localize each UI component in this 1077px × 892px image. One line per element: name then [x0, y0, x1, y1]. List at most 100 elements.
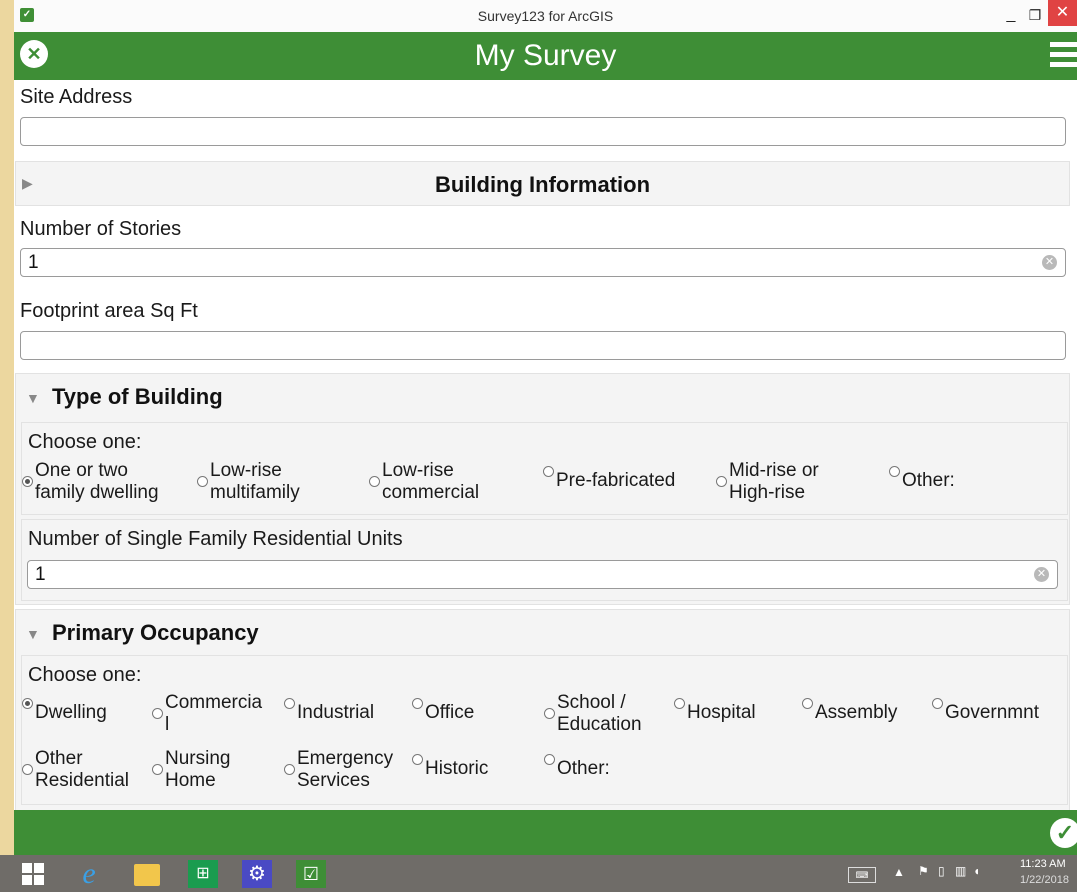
radio-option-label-line: Other:	[902, 470, 955, 491]
store-icon[interactable]: ⊞	[182, 858, 224, 889]
radio-option-label-line: family dwelling	[35, 482, 159, 503]
radio-option-label: School / Education	[557, 692, 642, 736]
survey123-icon[interactable]: ☑	[290, 858, 332, 889]
radio-option-label-line: Emergency	[297, 748, 394, 769]
radio-option-label-line: Industrial	[297, 702, 375, 723]
chevron-up-icon[interactable]: ▲	[893, 865, 905, 879]
radio-button[interactable]	[674, 698, 685, 709]
single-family-units-value: 1	[35, 564, 46, 585]
primary-occupancy-question: Choose one: Dwelling Commercia l Industrial…	[21, 655, 1068, 805]
radio-option-label: Mid-rise or High-rise	[729, 460, 819, 504]
minimize-button[interactable]: _	[1000, 4, 1022, 26]
radio-option-label-line: commercial	[382, 482, 480, 503]
type-of-building-title: Type of Building	[52, 384, 223, 409]
radio-option-label-line: Home	[165, 770, 216, 791]
radio-button[interactable]	[544, 708, 555, 719]
radio-button[interactable]	[22, 698, 33, 709]
window-titlebar: ✓ Survey123 for ArcGIS _ ❐ ✕	[14, 0, 1077, 32]
radio-button[interactable]	[412, 698, 423, 709]
radio-option-label-line: Assembly	[815, 702, 898, 723]
keyboard-icon[interactable]: ⌨	[848, 867, 876, 883]
radio-option-label: Hospital	[687, 702, 756, 724]
volume-icon[interactable]: ◖	[973, 864, 980, 878]
site-address-label: Site Address	[20, 86, 133, 108]
site-address-input[interactable]	[20, 117, 1066, 146]
radio-button[interactable]	[284, 764, 295, 775]
radio-option-label-line: Mid-rise or	[729, 460, 819, 481]
window-close-button[interactable]: ✕	[1048, 0, 1077, 26]
radio-option-label-line: Low-rise	[382, 460, 454, 481]
radio-option-label: Low-rise multifamily	[210, 460, 300, 504]
radio-option-label: Industrial	[297, 702, 374, 724]
radio-option-label-line: multifamily	[210, 482, 300, 503]
radio-option-label: Commercia l	[165, 692, 262, 736]
radio-option-label: Other:	[557, 758, 610, 780]
site-address-field: Site Address	[14, 80, 1077, 158]
single-family-units-input[interactable]: 1 ✕	[27, 560, 1058, 589]
radio-option-label: Assembly	[815, 702, 897, 724]
survey-form: Site Address ▶ Building Information Numb…	[14, 80, 1077, 810]
file-explorer-icon[interactable]	[126, 858, 168, 889]
radio-button[interactable]	[22, 476, 33, 487]
radio-button[interactable]	[932, 698, 943, 709]
clock-time[interactable]: 11:23 AM	[1020, 858, 1066, 870]
flag-icon[interactable]: ⚑	[918, 864, 929, 878]
number-of-stories-value: 1	[28, 252, 39, 273]
radio-option-label-line: Other:	[557, 758, 610, 779]
radio-option-label-line: l	[165, 714, 170, 735]
radio-option-label: Pre-fabricated	[556, 470, 675, 492]
radio-button[interactable]	[197, 476, 208, 487]
maximize-button[interactable]: ❐	[1024, 4, 1046, 26]
radio-option-label-line: One or two	[35, 460, 128, 481]
radio-option-label-line: Nursing	[165, 748, 231, 769]
number-of-stories-label: Number of Stories	[20, 218, 182, 240]
radio-option-label: Dwelling	[35, 702, 107, 724]
footer-bar: ✓	[14, 810, 1077, 855]
radio-button[interactable]	[802, 698, 813, 709]
single-family-units-field: Number of Single Family Residential Unit…	[21, 519, 1068, 601]
footprint-area-field: Footprint area Sq Ft	[14, 290, 1077, 368]
radio-option-label: One or two family dwelling	[35, 460, 159, 504]
clear-icon[interactable]: ✕	[1042, 255, 1057, 270]
radio-button[interactable]	[284, 698, 295, 709]
clear-icon[interactable]: ✕	[1034, 567, 1049, 582]
radio-option-label-line: Pre-fabricated	[556, 470, 676, 491]
radio-option-label: Historic	[425, 758, 488, 780]
radio-button[interactable]	[412, 754, 423, 765]
radio-button[interactable]	[544, 754, 555, 765]
internet-explorer-icon[interactable]: e	[68, 858, 110, 889]
choose-one-label: Choose one:	[28, 431, 142, 453]
radio-button[interactable]	[152, 764, 163, 775]
radio-option-label-line: Governmnt	[945, 702, 1039, 723]
radio-button[interactable]	[369, 476, 380, 487]
checkmark-icon[interactable]: ✓	[1050, 818, 1077, 848]
settings-icon[interactable]: ⚙	[236, 858, 278, 889]
radio-button[interactable]	[716, 476, 727, 487]
type-of-building-question: Choose one: One or two family dwelling Low…	[21, 422, 1068, 515]
radio-option-label: Other:	[902, 470, 955, 492]
radio-option-label-line: Other	[35, 748, 83, 769]
radio-option-label-line: Office	[425, 702, 475, 723]
clock-date[interactable]: 1/22/2018	[1020, 874, 1069, 886]
number-of-stories-input[interactable]: 1 ✕	[20, 248, 1066, 277]
window-title: Survey123 for ArcGIS	[477, 8, 614, 24]
radio-option-label-line: Historic	[425, 758, 489, 779]
radio-option-label: Governmnt	[945, 702, 1039, 724]
footprint-area-input[interactable]	[20, 331, 1066, 360]
radio-option-label-line: Commercia	[165, 692, 263, 713]
battery-icon[interactable]: ▯	[938, 864, 945, 878]
radio-option-label-line: Low-rise	[210, 460, 282, 481]
collapse-triangle-icon[interactable]: ▼	[26, 626, 40, 642]
radio-button[interactable]	[22, 764, 33, 775]
survey-title: My Survey	[474, 39, 617, 72]
start-icon[interactable]	[22, 863, 44, 885]
radio-option-label-line: Dwelling	[35, 702, 107, 723]
building-information-group[interactable]: ▶ Building Information	[15, 161, 1070, 206]
radio-button[interactable]	[889, 466, 900, 477]
building-information-title: Building Information	[434, 172, 651, 197]
hamburger-menu-icon[interactable]	[1050, 42, 1077, 68]
radio-button[interactable]	[152, 708, 163, 719]
radio-button[interactable]	[543, 466, 554, 477]
collapse-triangle-icon[interactable]: ▼	[26, 390, 40, 406]
network-icon[interactable]: ▥	[955, 864, 966, 878]
